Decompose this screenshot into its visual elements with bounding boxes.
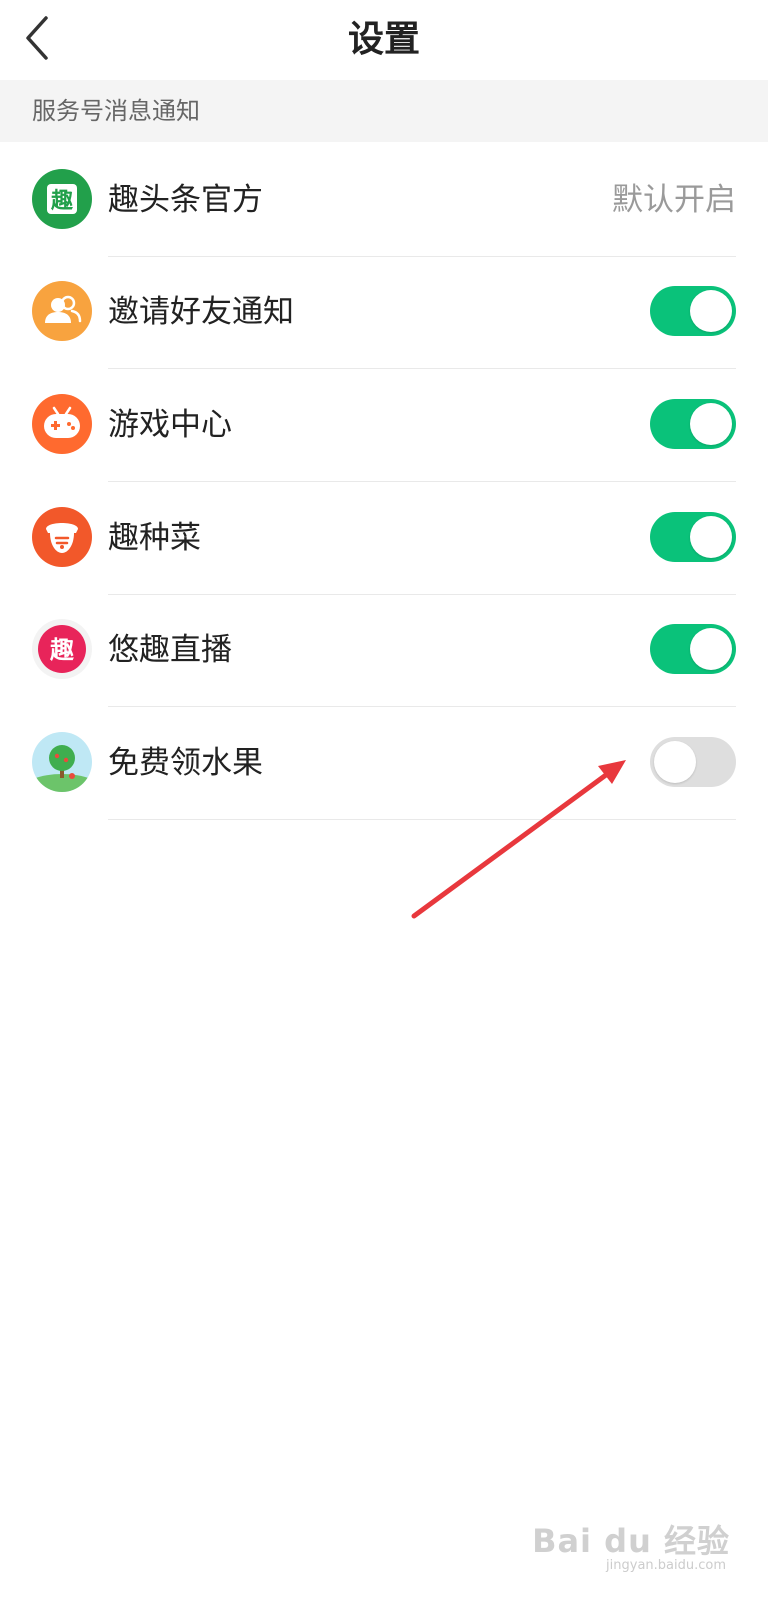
youqu-live-toggle[interactable] (650, 624, 736, 674)
baidu-jingyan-watermark: Bai du 经验 jingyan.baidu.com (532, 1516, 730, 1580)
qutoutiao-logo-icon: 趣 (32, 169, 92, 229)
watermark-sub: jingyan.baidu.com (606, 1558, 726, 1573)
list-item-qu-zhong-cai: 趣种菜 (0, 480, 768, 595)
toggle-knob (690, 290, 732, 332)
row-label: 趣头条官方 (108, 182, 263, 218)
list-item-game-center: 游戏中心 (0, 367, 768, 482)
row-label: 免费领水果 (108, 745, 263, 781)
svg-text:趣: 趣 (49, 636, 75, 664)
free-fruit-toggle[interactable] (650, 737, 736, 787)
toggle-knob (654, 741, 696, 783)
row-label: 悠趣直播 (108, 632, 232, 668)
game-center-toggle[interactable] (650, 399, 736, 449)
list-item-qutoutiao-official: 趣 趣头条官方 默认开启 (0, 142, 768, 257)
annotation-arrow (411, 760, 626, 919)
invite-friends-toggle[interactable] (650, 286, 736, 336)
toggle-knob (690, 403, 732, 445)
top-bar: 设置 (0, 0, 768, 81)
acorn-icon (32, 507, 92, 567)
section-title: 服务号消息通知 (32, 97, 200, 125)
default-on-status: 默认开启 (612, 182, 736, 218)
page-title: 设置 (347, 19, 420, 60)
youqu-live-logo-icon: 趣 (32, 619, 92, 679)
gamepad-icon (32, 394, 92, 454)
list-item-free-fruit: 免费领水果 (0, 705, 768, 820)
watermark-main: Bai du 经验 (532, 1522, 730, 1560)
qu-zhong-cai-toggle[interactable] (650, 512, 736, 562)
svg-text:趣: 趣 (50, 188, 73, 214)
section-header: 服务号消息通知 (0, 80, 768, 142)
toggle-knob (690, 516, 732, 558)
row-label: 游戏中心 (108, 407, 232, 443)
toggle-knob (690, 628, 732, 670)
friends-icon (32, 281, 92, 341)
fruit-tree-icon (32, 732, 92, 792)
row-label: 邀请好友通知 (108, 294, 294, 330)
list-item-youqu-live: 趣 悠趣直播 (0, 592, 768, 707)
list-item-invite-friends: 邀请好友通知 (0, 254, 768, 369)
row-label: 趣种菜 (108, 520, 201, 556)
